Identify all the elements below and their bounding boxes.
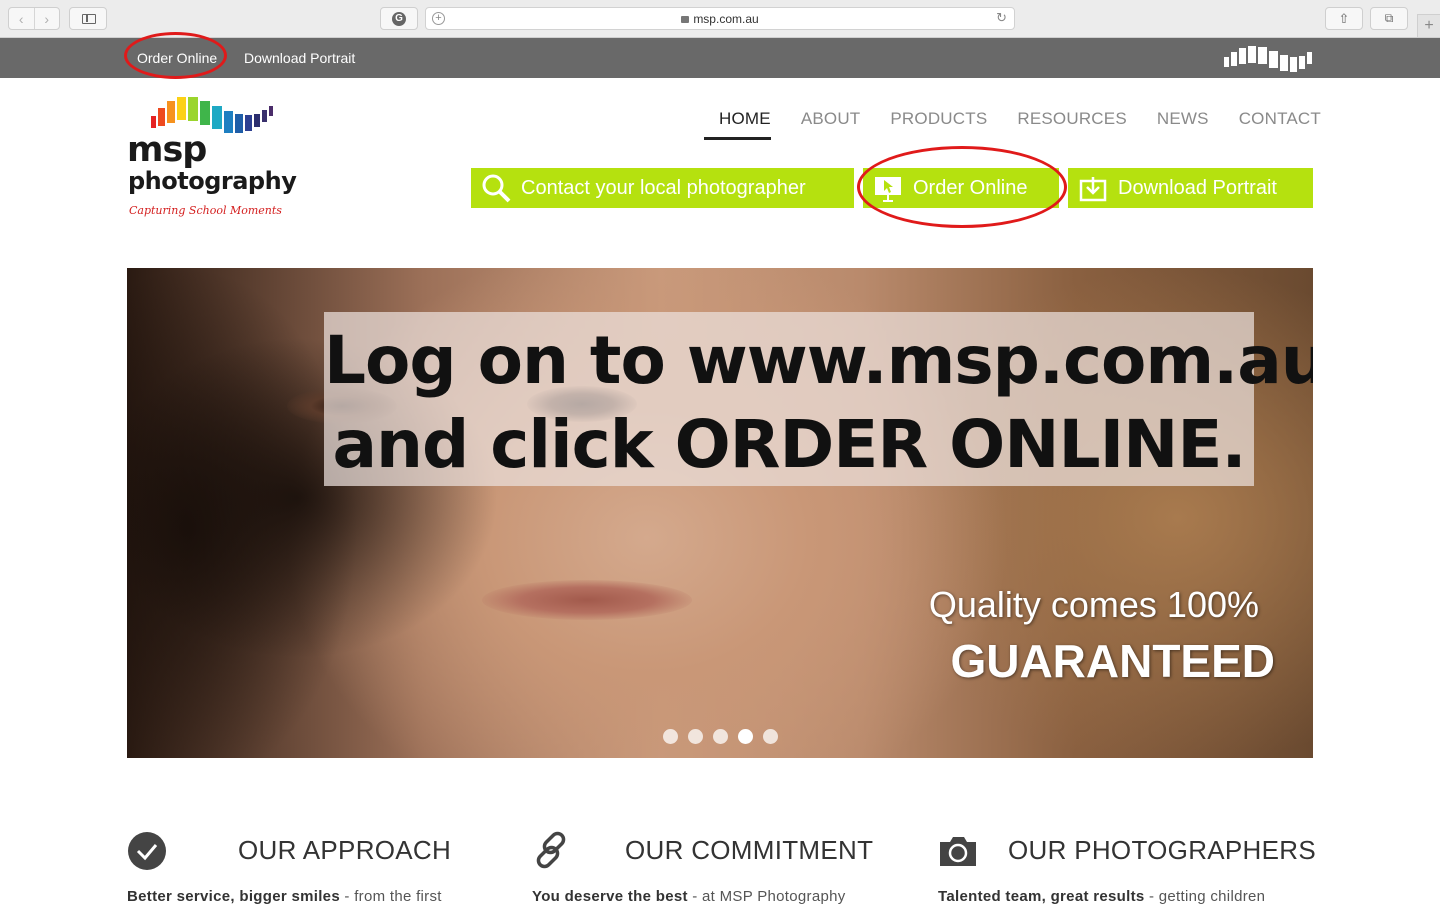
nav-about[interactable]: ABOUT bbox=[801, 109, 861, 140]
contact-photographer-button[interactable]: Contact your local photographer bbox=[471, 168, 854, 208]
section-intro-text: - getting children bbox=[1144, 888, 1266, 905]
address-bar[interactable]: + msp.com.au ↻ bbox=[425, 7, 1015, 30]
nav-contact[interactable]: CONTACT bbox=[1239, 109, 1321, 140]
share-button[interactable]: ⇧ bbox=[1325, 7, 1363, 30]
show-tabs-button[interactable]: ⧉ bbox=[1370, 7, 1408, 30]
section-intro-bold: Better service, bigger smiles bbox=[127, 888, 340, 905]
slider-dot-active[interactable] bbox=[738, 729, 753, 744]
logo-photography-text: photography bbox=[128, 167, 297, 195]
slider-dot[interactable] bbox=[763, 729, 778, 744]
red-highlight-circle-topbar bbox=[124, 32, 227, 79]
reload-icon[interactable]: ↻ bbox=[996, 10, 1007, 26]
red-highlight-circle-order bbox=[857, 146, 1067, 228]
section-title: OUR PHOTOGRAPHERS bbox=[1008, 835, 1316, 865]
section-intro-text: - at MSP Photography bbox=[687, 888, 846, 905]
nav-news[interactable]: NEWS bbox=[1157, 109, 1209, 140]
hero-slider: Log on to www.msp.com.au and click ORDER… bbox=[127, 268, 1313, 758]
download-portrait-button[interactable]: Download Portrait bbox=[1068, 168, 1313, 208]
section-our-commitment: OUR COMMITMENT You deserve the best - at… bbox=[532, 830, 912, 905]
section-intro: You deserve the best - at MSP Photograph… bbox=[532, 888, 846, 905]
url-text[interactable]: msp.com.au bbox=[693, 12, 758, 26]
section-our-approach: OUR APPROACH Better service, bigger smil… bbox=[127, 830, 507, 905]
history-buttons: ‹ › bbox=[8, 7, 60, 30]
contact-photographer-label: Contact your local photographer bbox=[521, 176, 806, 199]
slider-dot[interactable] bbox=[713, 729, 728, 744]
logo-msp-text: msp bbox=[127, 130, 207, 170]
link-icon bbox=[536, 831, 566, 869]
slider-dots bbox=[663, 729, 788, 744]
msp-wave-logo-icon bbox=[1224, 46, 1312, 72]
topbar-download-portrait-link[interactable]: Download Portrait bbox=[244, 50, 355, 66]
hero-photo-detail bbox=[482, 580, 692, 620]
hero-guaranteed-text: GUARANTEED bbox=[950, 635, 1275, 687]
back-button[interactable]: ‹ bbox=[9, 8, 35, 29]
nav-products[interactable]: PRODUCTS bbox=[890, 109, 987, 140]
section-title: OUR COMMITMENT bbox=[625, 835, 874, 865]
hero-overlay-line2: and click ORDER ONLINE. bbox=[332, 406, 1246, 483]
checkmark-circle-icon bbox=[128, 832, 166, 870]
section-intro: Better service, bigger smiles - from the… bbox=[127, 888, 442, 905]
forward-button[interactable]: › bbox=[35, 8, 60, 29]
browser-toolbar: ‹ › G + msp.com.au ↻ ⇧ ⧉ + bbox=[0, 0, 1440, 38]
hero-overlay-line1: Log on to www.msp.com.au bbox=[324, 322, 1313, 399]
new-tab-button[interactable]: + bbox=[1417, 14, 1440, 38]
main-navigation: HOME ABOUT PRODUCTS RESOURCES NEWS CONTA… bbox=[704, 109, 1321, 140]
address-text-wrap: msp.com.au bbox=[426, 12, 1014, 26]
section-our-photographers: OUR PHOTOGRAPHERS Talented team, great r… bbox=[938, 830, 1318, 905]
search-icon bbox=[481, 173, 511, 203]
section-intro-text: - from the first bbox=[339, 888, 442, 905]
download-box-icon bbox=[1078, 173, 1108, 203]
hero-instruction-overlay: Log on to www.msp.com.au and click ORDER… bbox=[324, 312, 1313, 486]
hero-quality-text: Quality comes 100% bbox=[928, 584, 1259, 625]
sidebar-toggle-button[interactable] bbox=[69, 7, 107, 30]
nav-home[interactable]: HOME bbox=[704, 109, 771, 140]
nav-resources[interactable]: RESOURCES bbox=[1017, 109, 1127, 140]
slider-dot[interactable] bbox=[688, 729, 703, 744]
section-intro-bold: Talented team, great results bbox=[938, 888, 1145, 905]
download-portrait-label: Download Portrait bbox=[1118, 176, 1277, 199]
extension-button[interactable]: G bbox=[380, 7, 418, 30]
section-intro-bold: You deserve the best bbox=[532, 888, 688, 905]
grammarly-icon: G bbox=[392, 11, 406, 26]
camera-icon bbox=[940, 837, 976, 866]
msp-photography-logo[interactable]: msp photography Capturing School Moments bbox=[127, 94, 297, 224]
section-intro: Talented team, great results - getting c… bbox=[938, 888, 1265, 905]
section-title: OUR APPROACH bbox=[238, 835, 452, 865]
sidebar-icon bbox=[82, 14, 96, 24]
slider-dot[interactable] bbox=[663, 729, 678, 744]
logo-tagline: Capturing School Moments bbox=[129, 204, 282, 217]
lock-icon bbox=[681, 16, 690, 23]
